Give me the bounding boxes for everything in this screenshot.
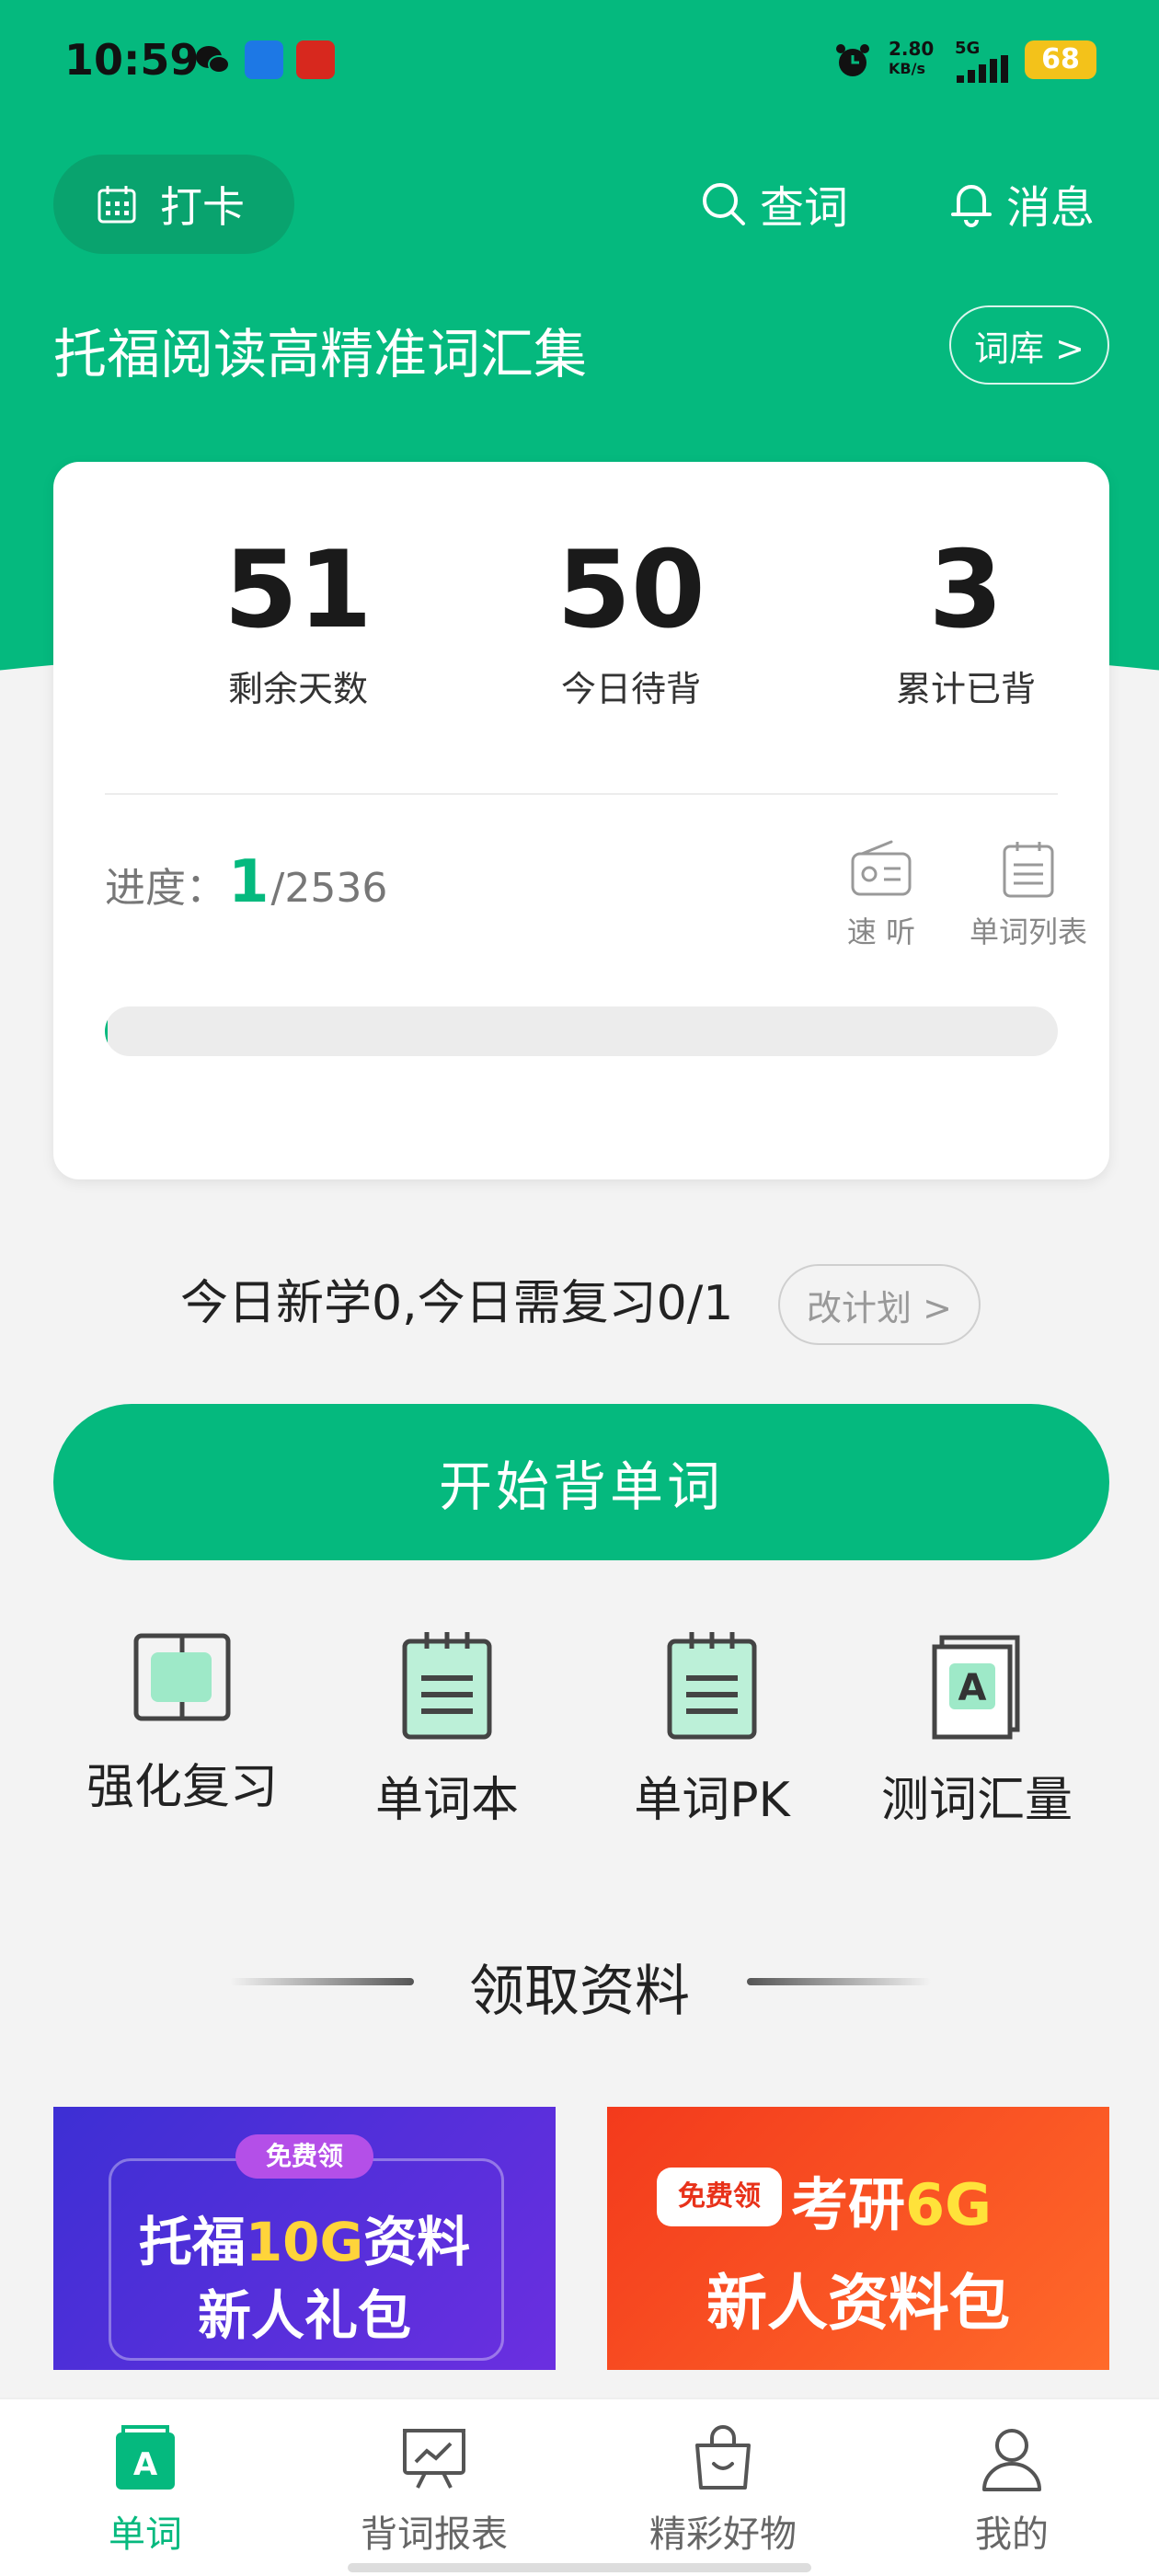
alarm-icon	[836, 44, 869, 76]
feature-word-pk[interactable]: 单词PK	[583, 1627, 841, 1830]
nav-shop[interactable]: 精彩好物	[613, 2423, 833, 2558]
stat-label: 累计已背	[895, 669, 1036, 709]
stat-label: 今日待背	[560, 669, 701, 709]
banner-headline-highlight: 6G	[905, 2171, 993, 2238]
messages-button[interactable]: 消息	[949, 171, 1095, 236]
progress-bar-fill	[105, 1006, 109, 1056]
stat-value: 3	[928, 528, 1004, 652]
feature-intensive-review[interactable]: 强化复习	[53, 1627, 311, 1817]
plan-summary: 今日新学0,今日需复习0/1	[180, 1276, 734, 1331]
feature-label: 强化复习	[86, 1760, 278, 1815]
stat-label: 剩余天数	[227, 669, 368, 709]
banner-headline: 托福10G资料	[53, 2199, 556, 2276]
mcdonalds-icon	[296, 40, 335, 79]
banner-headline: 考研6G	[791, 2158, 992, 2241]
banner-subline: 新人资料包	[706, 2268, 1010, 2339]
stat-today-pending: 50 今日待背	[493, 526, 769, 711]
quick-listen-button[interactable]: 速 听	[826, 839, 936, 951]
bell-icon	[951, 185, 992, 227]
book-title: 托福阅读高精准词汇集	[53, 323, 588, 385]
kaoyan-resource-banner[interactable]: 免费领 考研6G 新人资料包	[607, 2107, 1109, 2370]
nav-report[interactable]: 背词报表	[324, 2423, 545, 2558]
feature-notebook[interactable]: 单词本	[318, 1627, 576, 1830]
progress-total: /2536	[270, 865, 388, 912]
progress-label: 进度：	[105, 865, 226, 912]
nav-words[interactable]: A 单词	[35, 2423, 256, 2558]
banner-headline-prefix: 托福	[138, 2211, 246, 2273]
feature-label: 测词汇量	[880, 1773, 1073, 1828]
user-icon	[982, 2429, 1041, 2491]
section-title: 领取资料	[469, 1960, 690, 2024]
progress-text: 进度： 1 /2536	[105, 848, 387, 916]
wechat-icon	[196, 46, 230, 74]
calendar-icon	[98, 186, 136, 224]
app-notification-icon	[245, 40, 283, 79]
radio-icon	[851, 840, 912, 896]
library-button[interactable]: 词库 >	[949, 305, 1109, 385]
feature-vocab-test[interactable]: A 测词汇量	[848, 1627, 1106, 1830]
banner-headline-suffix: 资料	[363, 2211, 471, 2273]
nav-profile[interactable]: 我的	[901, 2423, 1122, 2558]
progress-card: 51 剩余天数 50 今日待背 3 累计已背 进度： 1 /2536 速 听 单…	[53, 462, 1109, 1179]
review-icon	[133, 1633, 231, 1721]
toefl-resource-banner[interactable]: 免费领 托福10G资料 新人礼包	[53, 2107, 556, 2370]
banner-tag: 免费领	[657, 2168, 782, 2226]
stat-total-learned: 3 累计已背	[828, 526, 1104, 711]
nav-label: 背词报表	[361, 2513, 508, 2556]
stat-value: 51	[224, 528, 373, 652]
stat-value: 50	[557, 528, 706, 652]
battery-indicator: 68	[1025, 40, 1096, 79]
status-bar: 10:59 2.80 KB/s 5G 68	[0, 0, 1159, 120]
section-divider-right	[747, 1978, 931, 1985]
status-time: 10:59	[64, 35, 200, 85]
network-speed-unit: KB/s	[889, 60, 925, 77]
svg-text:A: A	[958, 1667, 987, 1709]
signal-icon	[957, 55, 1012, 83]
word-list-button[interactable]: 单词列表	[946, 839, 1111, 951]
feature-label: 单词本	[374, 1773, 519, 1828]
banner-headline-highlight: 10G	[245, 2211, 364, 2273]
checkin-label: 打卡	[160, 182, 245, 232]
progress-current: 1	[228, 848, 270, 916]
home-indicator	[348, 2563, 811, 2572]
banner-headline-prefix: 考研	[791, 2171, 906, 2238]
svg-text:A: A	[133, 2446, 158, 2483]
word-list-label: 单词列表	[969, 914, 1087, 949]
network-speed: 2.80 KB/s	[889, 39, 934, 79]
nav-label: 我的	[975, 2513, 1049, 2556]
shopping-bag-icon	[695, 2425, 751, 2490]
notebook-icon	[402, 1632, 492, 1740]
messages-label: 消息	[1006, 182, 1096, 234]
banner-subline: 新人礼包	[197, 2284, 411, 2347]
feature-label: 单词PK	[634, 1773, 790, 1828]
lookup-label: 查词	[760, 182, 849, 234]
card-divider	[105, 793, 1058, 795]
chart-board-icon	[403, 2429, 465, 2489]
banner-tag: 免费领	[235, 2134, 373, 2179]
nav-label: 单词	[109, 2513, 182, 2556]
words-book-icon: A	[116, 2425, 175, 2490]
list-icon	[1003, 842, 1054, 898]
vocab-test-icon: A	[932, 1635, 1020, 1740]
checkin-button[interactable]: 打卡	[53, 155, 294, 254]
network-speed-value: 2.80	[889, 38, 935, 60]
change-plan-button[interactable]: 改计划 >	[778, 1264, 981, 1345]
stat-days-remaining: 51 剩余天数	[160, 526, 436, 711]
pk-icon	[667, 1632, 757, 1740]
progress-bar	[105, 1006, 1058, 1056]
bottom-nav: A 单词 背词报表 精彩好物 我的	[0, 2398, 1159, 2576]
start-memorize-button[interactable]: 开始背单词	[53, 1404, 1109, 1560]
search-icon	[703, 183, 745, 225]
nav-label: 精彩好物	[649, 2513, 797, 2556]
quick-listen-label: 速 听	[846, 914, 916, 949]
lookup-button[interactable]: 查词	[699, 171, 848, 236]
